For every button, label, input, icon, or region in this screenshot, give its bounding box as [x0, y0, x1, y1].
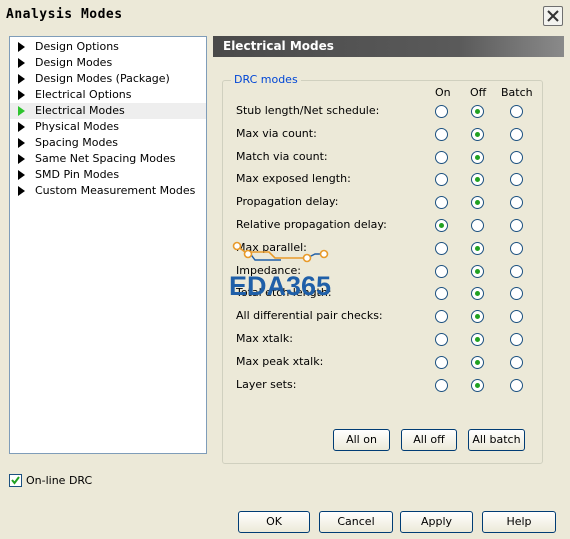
radio-off[interactable]	[471, 105, 484, 118]
nav-item[interactable]: SMD Pin Modes	[10, 167, 206, 183]
category-list: Design Options Design Modes Design Modes (…	[9, 36, 207, 454]
expand-arrow-icon	[18, 186, 25, 196]
drc-row-label: All differential pair checks:	[236, 309, 383, 323]
nav-item-label: Electrical Modes	[35, 104, 125, 117]
nav-item[interactable]: Same Net Spacing Modes	[10, 151, 206, 167]
radio-on[interactable]	[435, 333, 448, 346]
radio-off[interactable]	[471, 219, 484, 232]
expand-arrow-icon	[18, 122, 25, 132]
drc-row-label: Relative propagation delay:	[236, 218, 387, 231]
radio-on[interactable]	[435, 219, 448, 232]
radio-on[interactable]	[435, 355, 448, 369]
radio-on[interactable]	[435, 378, 448, 392]
nav-item-label: Design Modes (Package)	[35, 72, 170, 85]
drc-row-label: Max exposed length:	[236, 172, 351, 186]
all-batch-button[interactable]: All batch	[468, 429, 525, 451]
radio-off[interactable]	[471, 127, 484, 141]
all-on-button[interactable]: All on	[333, 429, 390, 451]
drc-row-label: Stub length/Net schedule:	[236, 104, 380, 117]
radio-on[interactable]	[435, 264, 448, 278]
panel-title: Electrical Modes	[223, 39, 334, 53]
radio-off[interactable]	[471, 378, 484, 392]
close-button[interactable]	[543, 6, 563, 26]
radio-on[interactable]	[435, 127, 448, 141]
expand-arrow-icon	[18, 170, 25, 180]
nav-item-label: Spacing Modes	[35, 136, 118, 149]
nav-item-label: Design Modes	[35, 56, 113, 69]
expand-arrow-icon	[18, 90, 25, 100]
help-button[interactable]: Help	[482, 511, 556, 533]
radio-batch[interactable]	[510, 241, 523, 255]
nav-item-label: Design Options	[35, 40, 119, 53]
apply-button[interactable]: Apply	[400, 511, 473, 533]
nav-item[interactable]: Physical Modes	[10, 119, 206, 135]
radio-on[interactable]	[435, 150, 448, 164]
window-title: Analysis Modes	[6, 7, 123, 22]
radio-on[interactable]	[435, 241, 448, 255]
all-off-button[interactable]: All off	[401, 429, 457, 451]
drc-row-label: Max xtalk:	[236, 332, 293, 345]
drc-row-label: Propagation delay:	[236, 195, 339, 209]
expand-arrow-icon	[18, 74, 25, 84]
close-icon	[547, 10, 559, 22]
radio-batch[interactable]	[510, 105, 523, 118]
radio-batch[interactable]	[510, 264, 523, 278]
expand-arrow-icon	[18, 42, 25, 52]
svg-text:EDA365: EDA365	[229, 271, 331, 300]
radio-off[interactable]	[471, 150, 484, 164]
drc-row-label: Match via count:	[236, 149, 328, 163]
nav-item[interactable]: Design Modes (Package)	[10, 71, 206, 87]
radio-batch[interactable]	[510, 127, 523, 141]
nav-item[interactable]: Custom Measurement Modes	[10, 183, 206, 199]
radio-batch[interactable]	[510, 378, 523, 392]
expand-arrow-icon	[18, 138, 25, 148]
nav-item-label: Same Net Spacing Modes	[35, 152, 176, 165]
drc-row-label: Max peak xtalk:	[236, 354, 324, 368]
checkmark-icon	[11, 476, 20, 485]
nav-item-label: Physical Modes	[35, 120, 119, 133]
nav-item[interactable]: Spacing Modes	[10, 135, 206, 151]
eda365-watermark-logo: EDA365	[229, 241, 331, 300]
drc-row-label: Layer sets:	[236, 377, 297, 391]
expand-arrow-icon	[18, 106, 25, 116]
column-header-batch: Batch	[501, 86, 533, 99]
nav-item-label: Custom Measurement Modes	[35, 184, 196, 197]
nav-item[interactable]: Electrical Modes	[10, 103, 206, 119]
nav-item-label: SMD Pin Modes	[35, 168, 120, 181]
nav-item[interactable]: Electrical Options	[10, 87, 206, 103]
radio-off[interactable]	[471, 333, 484, 346]
nav-item[interactable]: Design Options	[10, 39, 206, 55]
column-header-off: Off	[470, 86, 487, 99]
radio-batch[interactable]	[510, 150, 523, 164]
radio-batch[interactable]	[510, 333, 523, 346]
radio-off[interactable]	[471, 264, 484, 278]
panel-header: Electrical Modes	[213, 36, 564, 57]
expand-arrow-icon	[18, 154, 25, 164]
nav-item-label: Electrical Options	[35, 88, 132, 101]
online-drc-checkbox[interactable]	[9, 474, 22, 487]
column-header-on: On	[435, 86, 451, 99]
cancel-button[interactable]: Cancel	[319, 511, 393, 533]
radio-off[interactable]	[471, 355, 484, 369]
drc-row-label: Max via count:	[236, 126, 317, 140]
ok-button[interactable]: OK	[238, 511, 310, 533]
radio-batch[interactable]	[510, 355, 523, 369]
title-bar: Analysis Modes	[0, 0, 570, 31]
radio-batch[interactable]	[510, 219, 523, 232]
online-drc-label: On-line DRC	[26, 474, 93, 487]
radio-off[interactable]	[471, 241, 484, 255]
radio-on[interactable]	[435, 105, 448, 118]
expand-arrow-icon	[18, 58, 25, 68]
nav-item[interactable]: Design Modes	[10, 55, 206, 71]
drc-modes-legend: DRC modes	[231, 73, 301, 86]
